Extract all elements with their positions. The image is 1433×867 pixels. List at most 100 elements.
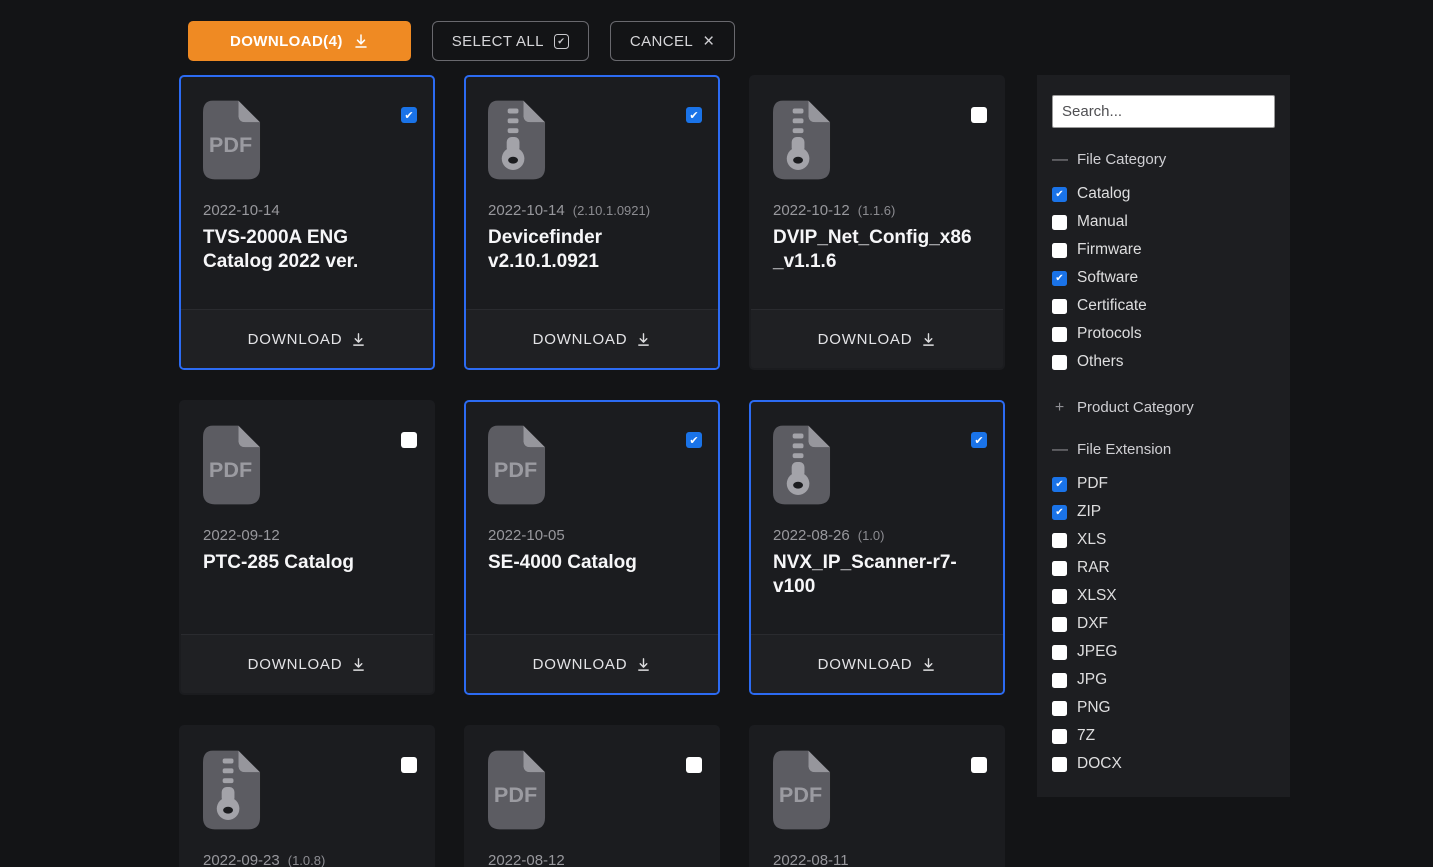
checkbox-icon (1052, 299, 1067, 314)
card-checkbox[interactable] (971, 107, 987, 123)
card-download-button[interactable]: DOWNLOAD (466, 634, 718, 693)
filter-option-xls[interactable]: XLS (1052, 526, 1275, 554)
checkbox-icon (1052, 271, 1067, 286)
checkbox-icon (1052, 477, 1067, 492)
file-title: SE-4000 Catalog (488, 551, 694, 575)
checkbox-icon (1052, 187, 1067, 202)
card-checkbox[interactable] (971, 757, 987, 773)
download-icon (351, 332, 366, 347)
file-date: 2022-08-11 (773, 852, 849, 867)
filter-option-png[interactable]: PNG (1052, 694, 1275, 722)
card-body[interactable]: PDF 2022-10-14 TVS-2000A ENG Catalog 202… (181, 77, 433, 309)
file-date: 2022-09-12 (203, 527, 280, 544)
expand-icon: + (1052, 398, 1067, 418)
file-card[interactable]: PDF 2022-08-12 DOWNLOAD (464, 725, 720, 867)
search-input[interactable] (1052, 95, 1275, 128)
file-card[interactable]: 2022-08-26(1.0) NVX_IP_Scanner-r7-v100 D… (749, 400, 1005, 695)
card-checkbox[interactable] (971, 432, 987, 448)
file-version: (1.0) (858, 528, 885, 543)
section-title: File Extension (1077, 440, 1171, 460)
card-body[interactable]: PDF 2022-09-12 PTC-285 Catalog (181, 402, 433, 634)
card-body[interactable]: PDF 2022-10-05 SE-4000 Catalog (466, 402, 718, 634)
card-body[interactable]: 2022-10-14(2.10.1.0921) Devicefinder v2.… (466, 77, 718, 309)
card-checkbox[interactable] (401, 107, 417, 123)
checkbox-icon (1052, 617, 1067, 632)
file-date: 2022-09-23 (203, 852, 280, 867)
card-body[interactable]: 2022-10-12(1.1.6) DVIP_Net_Config_x86_v1… (751, 77, 1003, 309)
filter-option-dxf[interactable]: DXF (1052, 610, 1275, 638)
file-card[interactable]: PDF 2022-10-05 SE-4000 Catalog DOWNLOAD (464, 400, 720, 695)
filter-option-xlsx[interactable]: XLSX (1052, 582, 1275, 610)
cancel-label: CANCEL (630, 33, 693, 50)
card-body[interactable]: 2022-09-23(1.0.8) (181, 727, 433, 867)
filter-option-firmware[interactable]: Firmware (1052, 236, 1275, 264)
svg-text:PDF: PDF (209, 132, 252, 157)
download-selected-label: DOWNLOAD(4) (230, 33, 343, 50)
section-heading-file-extension[interactable]: — File Extension (1052, 440, 1275, 460)
svg-text:PDF: PDF (779, 782, 822, 807)
file-card[interactable]: 2022-10-12(1.1.6) DVIP_Net_Config_x86_v1… (749, 75, 1005, 370)
filter-option-jpeg[interactable]: JPEG (1052, 638, 1275, 666)
card-checkbox[interactable] (401, 432, 417, 448)
card-body[interactable]: PDF 2022-08-12 (466, 727, 718, 867)
filter-option-manual[interactable]: Manual (1052, 208, 1275, 236)
download-selected-button[interactable]: DOWNLOAD(4) (188, 21, 411, 61)
file-date: 2022-10-05 (488, 527, 565, 544)
collapse-icon: — (1052, 150, 1067, 170)
file-extension-list: PDF ZIP XLS RAR XLSX DXF JPEG JPG PNG 7Z… (1052, 470, 1275, 778)
card-download-button[interactable]: DOWNLOAD (751, 309, 1003, 368)
checkbox-icon (1052, 243, 1067, 258)
card-body[interactable]: PDF 2022-08-11 (751, 727, 1003, 867)
filter-option-others[interactable]: Others (1052, 348, 1275, 376)
svg-text:PDF: PDF (494, 457, 537, 482)
filter-option-7z[interactable]: 7Z (1052, 722, 1275, 750)
card-checkbox[interactable] (686, 757, 702, 773)
section-heading-file-category[interactable]: — File Category (1052, 150, 1275, 170)
checkbox-icon (1052, 645, 1067, 660)
filter-option-protocols[interactable]: Protocols (1052, 320, 1275, 348)
file-card[interactable]: 2022-09-23(1.0.8) DOWNLOAD (179, 725, 435, 867)
card-checkbox[interactable] (401, 757, 417, 773)
card-download-label: DOWNLOAD (248, 656, 343, 673)
card-body[interactable]: 2022-08-26(1.0) NVX_IP_Scanner-r7-v100 (751, 402, 1003, 634)
card-download-button[interactable]: DOWNLOAD (181, 634, 433, 693)
filter-option-jpg[interactable]: JPG (1052, 666, 1275, 694)
filter-option-software[interactable]: Software (1052, 264, 1275, 292)
card-download-label: DOWNLOAD (533, 331, 628, 348)
filter-option-certificate[interactable]: Certificate (1052, 292, 1275, 320)
file-card[interactable]: PDF 2022-10-14 TVS-2000A ENG Catalog 202… (179, 75, 435, 370)
filter-option-rar[interactable]: RAR (1052, 554, 1275, 582)
file-card[interactable]: PDF 2022-08-11 DOWNLOAD (749, 725, 1005, 867)
checkbox-icon (1052, 701, 1067, 716)
collapse-icon: — (1052, 440, 1067, 460)
file-title: TVS-2000A ENG Catalog 2022 ver. (203, 226, 409, 274)
cancel-button[interactable]: CANCEL × (610, 21, 735, 61)
file-card[interactable]: PDF 2022-09-12 PTC-285 Catalog DOWNLOAD (179, 400, 435, 695)
card-download-button[interactable]: DOWNLOAD (751, 634, 1003, 693)
checkbox-icon (1052, 561, 1067, 576)
filter-option-docx[interactable]: DOCX (1052, 750, 1275, 778)
section-heading-product-category[interactable]: + Product Category (1052, 398, 1275, 418)
card-download-button[interactable]: DOWNLOAD (181, 309, 433, 368)
zip-file-icon (773, 425, 832, 505)
svg-text:PDF: PDF (494, 782, 537, 807)
svg-text:PDF: PDF (209, 457, 252, 482)
close-icon: × (703, 32, 715, 51)
card-checkbox[interactable] (686, 107, 702, 123)
download-icon (921, 332, 936, 347)
select-all-label: SELECT ALL (452, 33, 544, 50)
filter-option-catalog[interactable]: Catalog (1052, 180, 1275, 208)
card-download-label: DOWNLOAD (818, 331, 913, 348)
checkbox-icon (1052, 673, 1067, 688)
download-icon (636, 657, 651, 672)
file-card[interactable]: 2022-10-14(2.10.1.0921) Devicefinder v2.… (464, 75, 720, 370)
filter-option-pdf[interactable]: PDF (1052, 470, 1275, 498)
card-checkbox[interactable] (686, 432, 702, 448)
file-version: (1.1.6) (858, 203, 896, 218)
select-all-button[interactable]: SELECT ALL (432, 21, 589, 61)
download-icon (921, 657, 936, 672)
filter-option-zip[interactable]: ZIP (1052, 498, 1275, 526)
card-download-button[interactable]: DOWNLOAD (466, 309, 718, 368)
section-title: Product Category (1077, 398, 1194, 418)
card-download-label: DOWNLOAD (533, 656, 628, 673)
